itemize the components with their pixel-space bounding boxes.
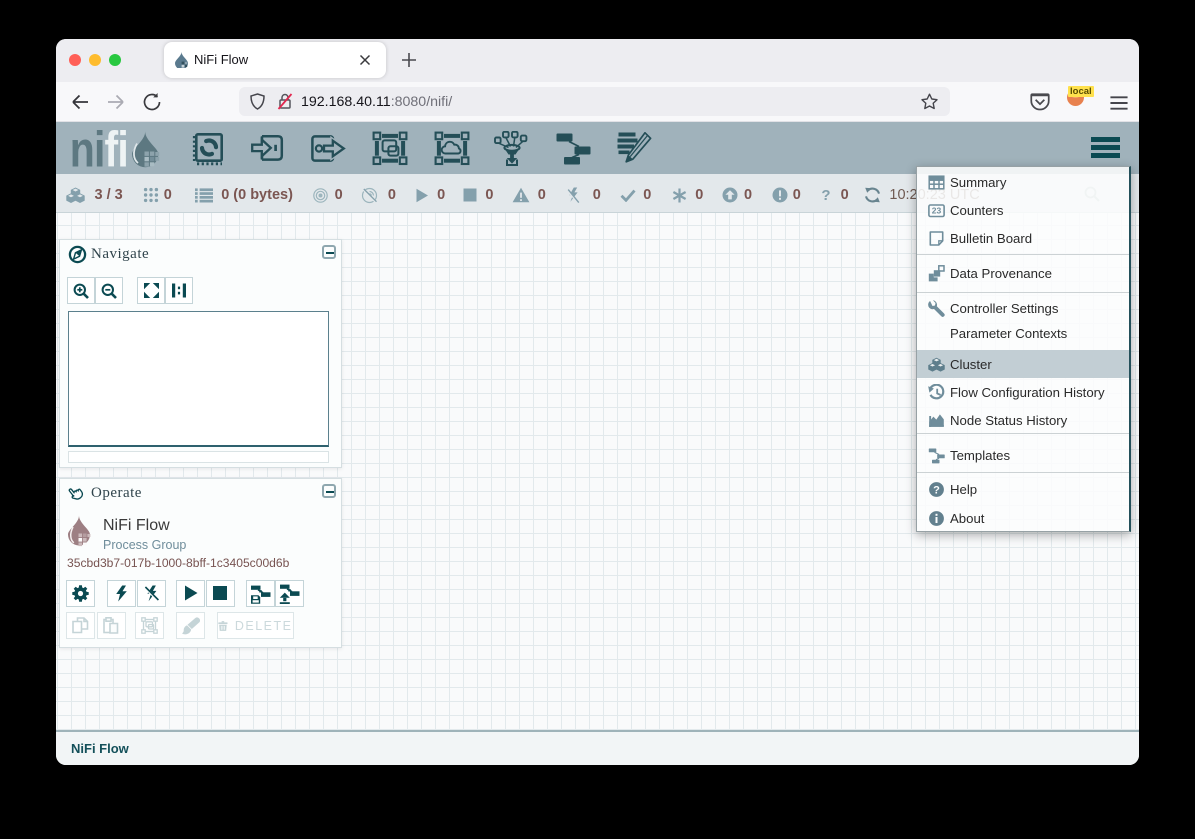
svg-text:nifi: nifi <box>70 129 128 169</box>
svg-text:23: 23 <box>932 206 942 216</box>
svg-text:?: ? <box>933 485 940 497</box>
